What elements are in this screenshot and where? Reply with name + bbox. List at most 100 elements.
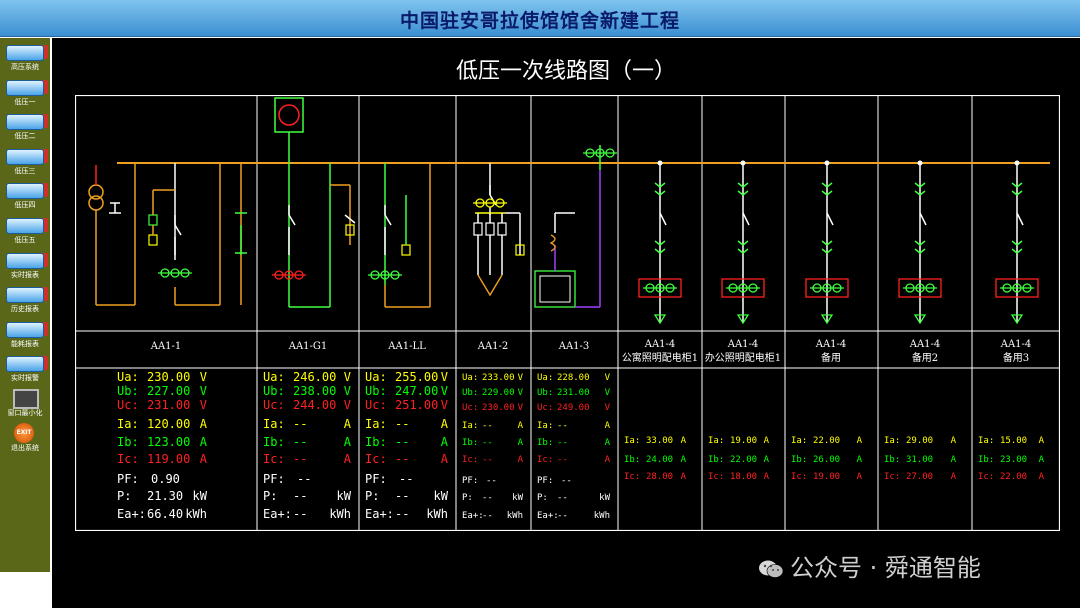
reading-unit-uc: V — [441, 398, 448, 412]
reading-value-ub: 238.00 — [293, 384, 336, 398]
bus-tap — [1014, 160, 1020, 166]
sidebar-item-4[interactable]: 低压三 — [2, 146, 48, 180]
reading-value-ib: -- — [557, 438, 568, 448]
fuse-icon — [148, 214, 158, 226]
sidebar-item-1[interactable]: 高压系统 — [2, 42, 48, 76]
nav-button-icon — [6, 356, 44, 373]
reading-value-ic: 119.00 — [147, 452, 190, 466]
reading-label-ua: Ua: — [263, 370, 285, 384]
sidebar-item-label: 实时报警 — [11, 374, 39, 383]
sidebar-item-8[interactable]: 历史报表 — [2, 284, 48, 318]
reading-value-ia: 22.00 — [813, 436, 840, 446]
fuse-icon — [473, 222, 483, 236]
reading-unit-ia: A — [518, 421, 524, 431]
reading-label-ic: Ic: — [791, 472, 807, 482]
reading-unit-p: kW — [512, 493, 523, 503]
sidebar-item-12[interactable]: EXIT 退出系统 — [2, 422, 48, 457]
reading-label-ib: Ib: — [791, 455, 807, 465]
panel-name: AA1-3 — [558, 341, 590, 352]
reading-value-ub: 247.00 — [395, 384, 438, 398]
nav-button-icon — [6, 183, 44, 200]
sidebar-item-5[interactable]: 低压四 — [2, 180, 48, 214]
reading-label-ia: Ia: — [791, 436, 807, 446]
reading-unit-ib: A — [441, 435, 449, 449]
reading-value-ia: 120.00 — [147, 417, 190, 431]
reading-unit-ib: A — [764, 455, 770, 465]
reading-unit-ib: A — [951, 455, 957, 465]
sidebar-item-label: 低压一 — [14, 97, 36, 106]
reading-value-ub: 231.00 — [557, 388, 590, 398]
reading-value-ib: -- — [395, 435, 409, 449]
reading-unit-ia: A — [605, 421, 611, 431]
nav-button-icon — [6, 321, 44, 338]
sidebar-item-9[interactable]: 能耗报表 — [2, 319, 48, 353]
reading-unit-ic: A — [200, 452, 208, 466]
sidebar-item-label: 高压系统 — [11, 63, 39, 71]
panel-subname: 备用2 — [912, 351, 938, 364]
reading-label-ib: Ib: — [117, 435, 139, 449]
reading-value-pf: -- — [297, 472, 311, 486]
reading-unit-ib: A — [1039, 455, 1045, 465]
reading-unit-ic: A — [1039, 472, 1045, 482]
reading-label-ic: Ic: — [462, 455, 478, 465]
nav-button-icon — [6, 252, 44, 269]
reading-label-ub: Ub: — [117, 384, 139, 398]
reading-label-ia: Ia: — [462, 421, 478, 431]
fuse-icon — [148, 234, 158, 246]
reading-unit-ia: A — [1039, 436, 1045, 446]
reading-label-uc: Uc: — [365, 398, 387, 412]
reading-value-ia: -- — [482, 421, 493, 431]
breaker-icon — [174, 224, 182, 236]
page-title: 低压一次线路图（一） — [455, 59, 676, 84]
reading-label-pf: PF: — [537, 476, 553, 486]
reading-value-ic: 22.00 — [1000, 472, 1027, 482]
sidebar-item-label: 低压三 — [14, 166, 36, 175]
reading-label-ua: Ua: — [537, 373, 553, 383]
sidebar-item-6[interactable]: 低压五 — [2, 215, 48, 249]
reading-unit-ic: A — [605, 455, 611, 465]
inverter-icon — [539, 275, 571, 303]
reading-label-ea: Ea+: — [462, 511, 484, 521]
reading-unit-ic: A — [857, 472, 863, 482]
reading-label-uc: Uc: — [117, 398, 139, 412]
reading-label-ea: Ea+: — [365, 507, 394, 521]
reading-label-ic: Ic: — [365, 452, 387, 466]
reading-unit-ua: V — [441, 370, 448, 384]
reading-unit-ib: A — [857, 455, 863, 465]
generator-icon — [278, 104, 300, 126]
sidebar-item-3[interactable]: 低压二 — [2, 111, 48, 145]
reading-value-ib: 31.00 — [906, 455, 933, 465]
sidebar-item-11[interactable]: 窗口最小化 — [2, 388, 48, 422]
reading-label-ia: Ia: — [884, 436, 900, 446]
reading-label-ub: Ub: — [263, 384, 285, 398]
sidebar-item-7[interactable]: 实时报表 — [2, 250, 48, 284]
watermark: 公众号 · 舜通智能 — [758, 548, 981, 583]
reading-value-ea: -- — [557, 511, 568, 521]
reading-unit-p: kW — [193, 489, 208, 503]
reading-unit-ia: A — [200, 417, 208, 431]
reading-unit-ua: V — [344, 370, 351, 384]
reading-label-ic: Ic: — [537, 455, 553, 465]
reading-label-ub: Ub: — [462, 388, 478, 398]
reading-unit-ib: A — [344, 435, 352, 449]
reading-label-ia: Ia: — [624, 436, 640, 446]
reading-unit-ic: A — [764, 472, 770, 482]
reading-value-ib: -- — [293, 435, 307, 449]
sidebar-item-label: 历史报表 — [11, 305, 39, 314]
sidebar-item-10[interactable]: 实时报警 — [2, 353, 48, 387]
title-bar: 中国驻安哥拉使馆馆舍新建工程 — [0, 0, 1080, 37]
app-title: 中国驻安哥拉使馆馆舍新建工程 — [399, 10, 680, 32]
bus-tap — [917, 160, 923, 166]
sidebar-item-2[interactable]: 低压一 — [2, 77, 48, 111]
reading-value-ia: 15.00 — [1000, 436, 1027, 446]
reading-unit-ub: V — [344, 384, 351, 398]
reading-value-pf: -- — [561, 476, 572, 486]
capacitor-icon — [477, 274, 503, 297]
reading-unit-ia: A — [441, 417, 449, 431]
reading-label-p: P: — [117, 489, 131, 503]
sidebar-item-label: 退出系统 — [11, 443, 39, 452]
reading-label-ub: Ub: — [537, 388, 553, 398]
reading-value-ia: -- — [395, 417, 409, 431]
bus-tap — [824, 160, 830, 166]
reading-label-ia: Ia: — [117, 417, 139, 431]
